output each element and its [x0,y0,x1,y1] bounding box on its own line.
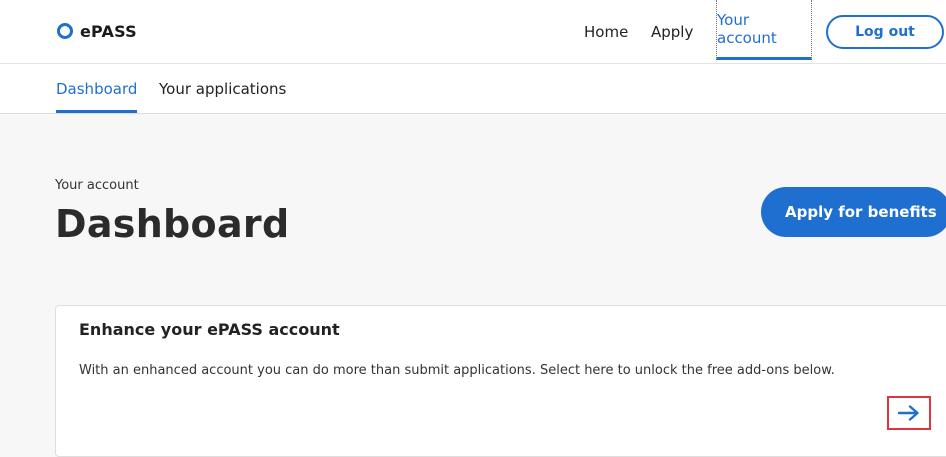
arrow-right-icon [898,405,919,421]
page-title: Dashboard [55,202,290,246]
nav-link-home[interactable]: Home [584,23,628,41]
circle-logo-icon [57,23,73,39]
nav-link-your-account[interactable]: Your account [716,0,812,60]
enhance-account-card[interactable]: Enhance your ePASS account With an enhan… [55,305,946,457]
secondary-navigation: Dashboard Your applications [0,64,946,114]
tab-dashboard[interactable]: Dashboard [56,64,138,113]
card-arrow-button[interactable] [887,396,931,430]
nav-home-wrapper: Home [584,0,628,63]
brand-name: ePASS [80,21,137,41]
nav-apply-wrapper: Apply [651,0,693,63]
page-eyebrow: Your account [55,178,139,193]
card-description: With an enhanced account you can do more… [79,363,835,378]
logout-button[interactable]: Log out [826,15,944,49]
tab-your-applications[interactable]: Your applications [159,64,286,113]
card-title: Enhance your ePASS account [79,320,340,339]
apply-for-benefits-button[interactable]: Apply for benefits [761,187,946,237]
nav-link-apply[interactable]: Apply [651,23,693,41]
top-navigation-bar: ePASS Home Apply Your account Log out [0,0,946,64]
brand-logo[interactable]: ePASS [57,20,137,42]
